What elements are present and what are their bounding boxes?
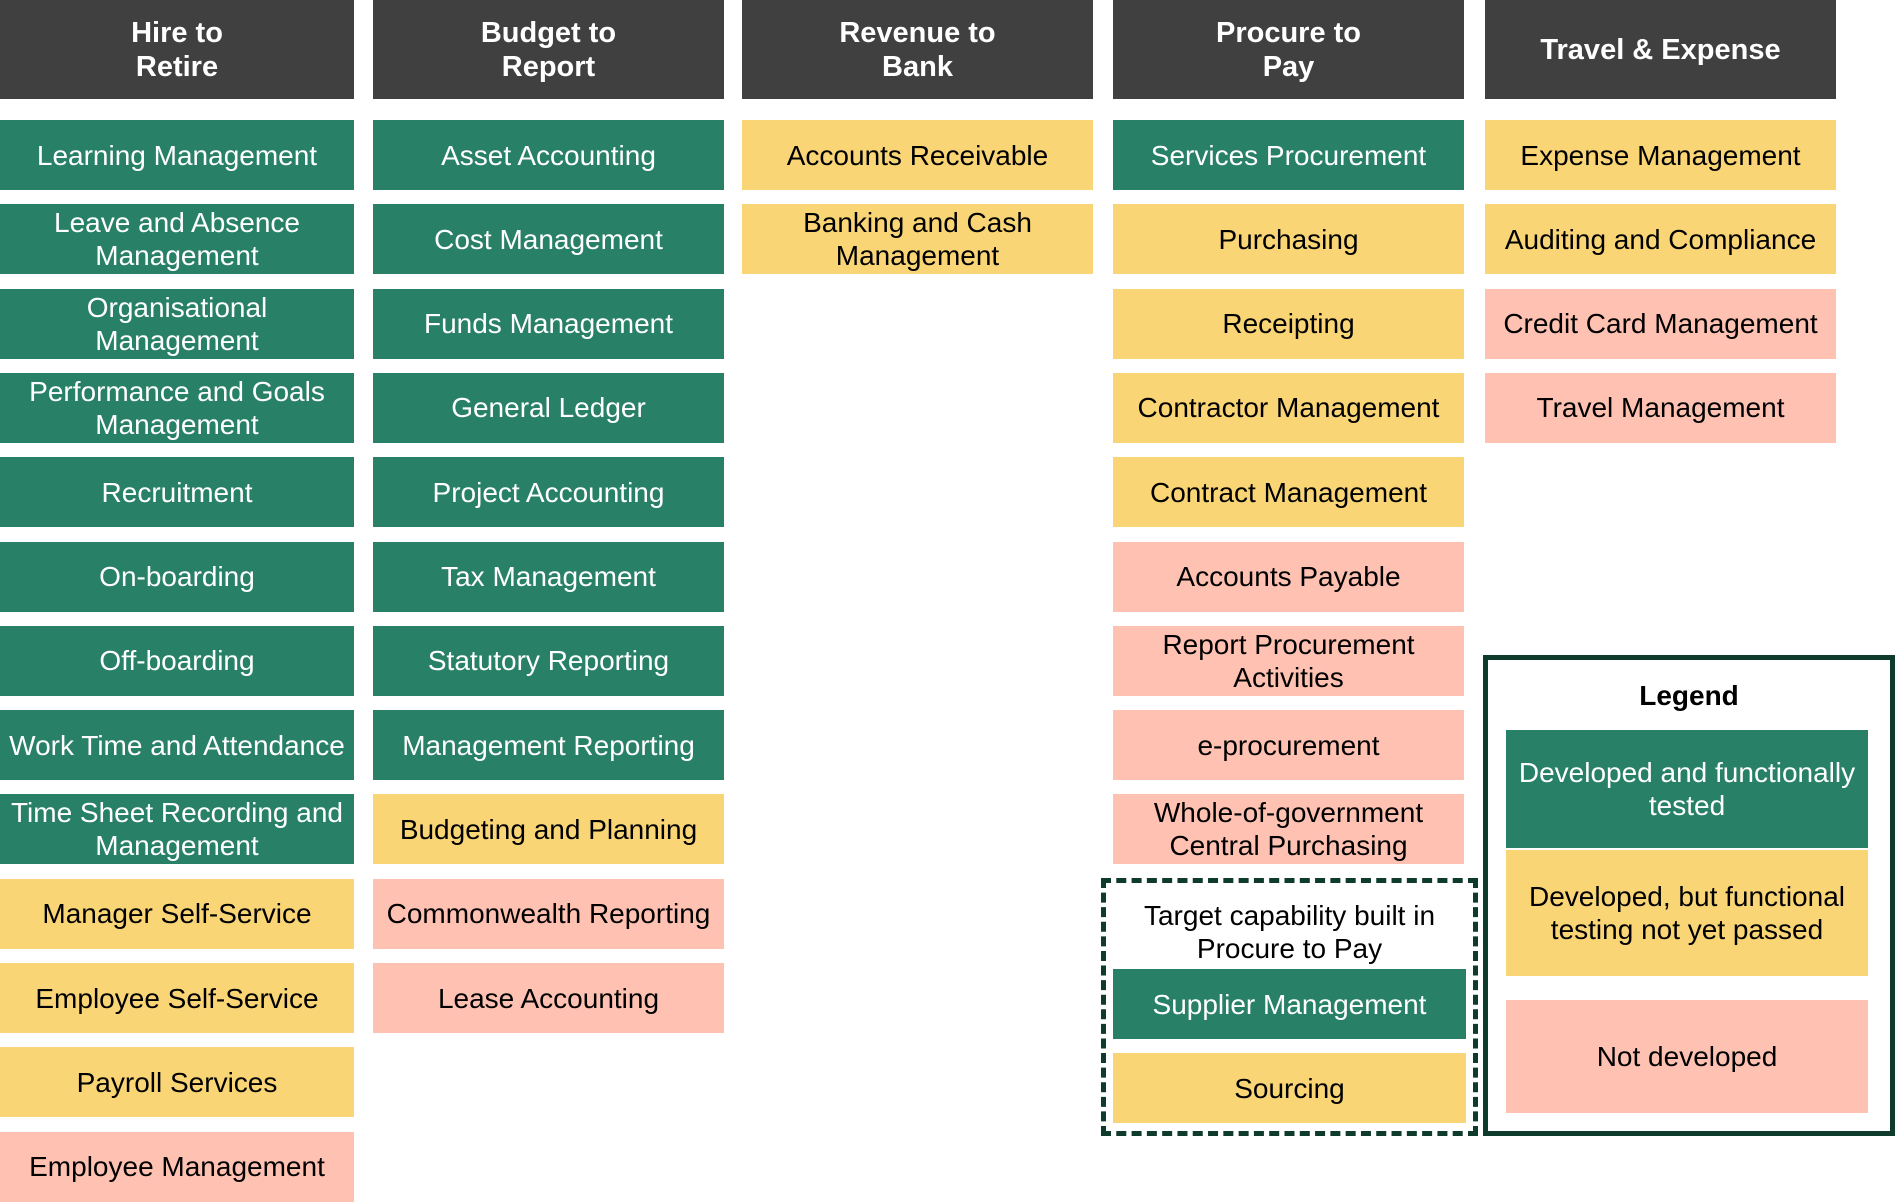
capability-box: Accounts Payable [1113,541,1464,612]
capability-box: Time Sheet Recording and Management [0,794,354,865]
capability-box: Tax Management [373,541,724,612]
capability-box: e-procurement [1113,710,1464,781]
capability-box: Management Reporting [373,710,724,781]
capability-box: Contractor Management [1113,372,1464,443]
capability-box: Asset Accounting [373,120,724,190]
capability-box: Commonwealth Reporting [373,878,724,949]
capability-box: Funds Management [373,288,724,359]
capability-box: Employee Self-Service [0,963,354,1033]
capability-box: Travel Management [1485,372,1836,443]
capability-box: Project Accounting [373,457,724,528]
capability-box: Statutory Reporting [373,625,724,696]
capability-box: Purchasing [1113,204,1464,275]
legend-item-developed-not-passed: Developed, but functional testing not ye… [1506,850,1868,976]
capability-box: Employee Management [0,1131,354,1202]
capability-box: Report Procurement Activities [1113,625,1464,696]
capability-box: Budgeting and Planning [373,794,724,865]
column-header: Budget to Report [373,0,724,99]
capability-box: Cost Management [373,204,724,275]
capability-box: Banking and Cash Management [742,204,1093,275]
capability-box: Payroll Services [0,1047,354,1118]
capability-box: Lease Accounting [373,963,724,1033]
capability-box: Organisational Management [0,288,354,359]
capability-box: General Ledger [373,372,724,443]
capability-box: Recruitment [0,457,354,528]
column-header: Revenue to Bank [742,0,1093,99]
capability-box: Off-boarding [0,625,354,696]
capability-box: Receipting [1113,288,1464,359]
capability-box: Sourcing [1113,1053,1466,1123]
column-header: Hire to Retire [0,0,354,99]
capability-box: Auditing and Compliance [1485,204,1836,275]
legend-item-developed-tested: Developed and functionally tested [1506,730,1868,848]
capability-box: On-boarding [0,541,354,612]
capability-box: Credit Card Management [1485,288,1836,359]
capability-box: Leave and Absence Management [0,204,354,275]
capability-box: Learning Management [0,120,354,190]
capability-box: Services Procurement [1113,120,1464,190]
capability-box: Performance and Goals Management [0,372,354,443]
capability-box: Supplier Management [1113,969,1466,1039]
target-capability-group: Target capability built in Procure to Pa… [1101,878,1478,1136]
capability-box: Work Time and Attendance [0,710,354,781]
capability-box: Whole-of-government Central Purchasing [1113,794,1464,865]
capability-box: Expense Management [1485,120,1836,190]
column-header: Procure to Pay [1113,0,1464,99]
column-header: Travel & Expense [1485,0,1836,99]
legend-title: Legend [1639,680,1739,711]
target-capability-caption: Target capability built in Procure to Pa… [1143,900,1436,964]
capability-box: Contract Management [1113,457,1464,528]
capability-box: Accounts Receivable [742,120,1093,190]
capability-box: Manager Self-Service [0,878,354,949]
legend-item-not-developed: Not developed [1506,1000,1868,1113]
legend: Legend Developed and functionally tested… [1483,655,1895,1136]
